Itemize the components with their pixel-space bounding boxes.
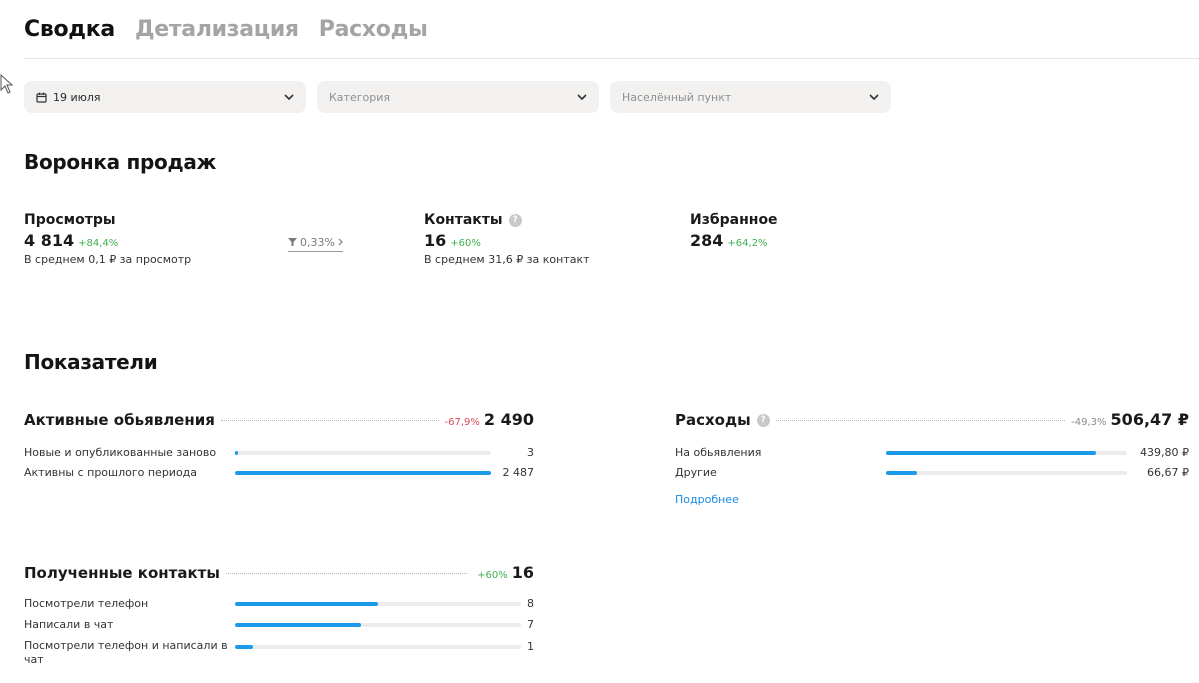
locality-filter[interactable]: Населённый пункт xyxy=(610,81,891,113)
expenses-row-value: 66,67 ₽ xyxy=(1147,466,1189,479)
active-ads-row-bar xyxy=(235,471,491,475)
contacts-received-row-bar-fill xyxy=(235,645,254,649)
dotted-leader xyxy=(220,420,439,421)
contacts-received-row-label: Написали в чат xyxy=(24,618,114,631)
dotted-leader xyxy=(225,573,468,574)
favorites-label: Избранное xyxy=(690,212,778,228)
views-value: 4 814 xyxy=(24,231,75,250)
contacts-received-row-bar-fill xyxy=(235,623,361,627)
contacts-average: В среднем 31,6 ₽ за контакт xyxy=(424,253,590,266)
contacts-received-total: 16 xyxy=(511,563,534,582)
expenses-row-bar-fill xyxy=(886,451,1096,455)
date-filter-value: 19 июля xyxy=(53,90,101,104)
funnel-title: Воронка продаж xyxy=(24,150,217,174)
tab-summary[interactable]: Сводка xyxy=(24,17,115,42)
contacts-received-row-value: 8 xyxy=(527,597,534,610)
views-delta: +84,4% xyxy=(78,238,119,249)
active-ads-row-value: 3 xyxy=(527,446,534,459)
tab-details[interactable]: Детализация xyxy=(135,17,299,42)
chevron-right-icon xyxy=(338,236,343,249)
help-icon[interactable]: ? xyxy=(508,213,522,227)
expenses-title-line: Расходы ? xyxy=(675,411,770,429)
contacts-received-row-label: Посмотрели телефон и написали в чат xyxy=(24,639,228,666)
funnel-icon xyxy=(288,236,297,249)
contacts-received-header: Полученные контакты +60% 16 xyxy=(24,563,534,582)
funnel-contacts: Контакты ? 16 +60% В среднем 31,6 ₽ за ко… xyxy=(424,212,590,266)
category-filter[interactable]: Категория xyxy=(317,81,599,113)
expenses-row-bar xyxy=(886,471,1127,475)
active-ads-row-bar xyxy=(235,451,491,455)
views-label: Просмотры xyxy=(24,212,116,228)
expenses-details-link[interactable]: Подробнее xyxy=(675,493,739,506)
contacts-received-row-value: 7 xyxy=(527,618,534,631)
conversion-link[interactable]: 0,33% xyxy=(288,236,343,252)
contacts-received-row-bar xyxy=(235,645,521,649)
favorites-value-line: 284 +64,2% xyxy=(690,231,778,250)
expenses-delta: -49,3% xyxy=(1071,417,1107,428)
favorites-value: 284 xyxy=(690,231,724,250)
active-ads-title: Активные обьявления xyxy=(24,411,215,429)
conversion-value: 0,33% xyxy=(300,236,335,249)
active-ads-header: Активные обьявления -67,9% 2 490 xyxy=(24,410,534,429)
expenses-row-label: На обьявления xyxy=(675,446,762,459)
active-ads-row-label: Новые и опубликованные заново xyxy=(24,446,217,459)
mouse-cursor-icon xyxy=(0,73,14,98)
contacts-value: 16 xyxy=(424,231,447,250)
expenses-total: 506,47 ₽ xyxy=(1110,410,1189,429)
expenses-row-value: 439,80 ₽ xyxy=(1140,446,1189,459)
funnel-views: Просмотры 4 814 +84,4% В среднем 0,1 ₽ за… xyxy=(24,212,191,266)
category-filter-placeholder: Категория xyxy=(329,90,390,104)
dotted-leader xyxy=(775,420,1066,421)
conversion-rate[interactable]: 0,33% xyxy=(288,236,343,252)
date-filter[interactable]: 19 июля xyxy=(24,81,306,113)
locality-filter-placeholder: Населённый пункт xyxy=(622,90,732,104)
contacts-received-title: Полученные контакты xyxy=(24,564,220,582)
contacts-label: Контакты xyxy=(424,212,503,228)
help-icon[interactable]: ? xyxy=(756,413,770,427)
metrics-title: Показатели xyxy=(24,350,158,374)
contacts-received-row-bar xyxy=(235,623,521,627)
chevron-down-icon xyxy=(577,94,587,100)
tabs-divider xyxy=(24,58,1199,59)
expenses-header: Расходы ? -49,3% 506,47 ₽ xyxy=(675,410,1189,429)
chevron-down-icon xyxy=(869,94,879,100)
contacts-label-line: Контакты ? xyxy=(424,212,590,228)
expenses-title: Расходы xyxy=(675,411,751,429)
contacts-value-line: 16 +60% xyxy=(424,231,590,250)
contacts-received-delta: +60% xyxy=(477,570,508,581)
favorites-delta: +64,2% xyxy=(727,238,768,249)
active-ads-row-value: 2 487 xyxy=(502,466,535,479)
expenses-row-bar xyxy=(886,451,1127,455)
active-ads-total: 2 490 xyxy=(483,410,534,429)
active-ads-row-bar-fill xyxy=(235,471,491,475)
views-value-line: 4 814 +84,4% xyxy=(24,231,191,250)
active-ads-row-bar-fill xyxy=(235,451,239,455)
funnel-favorites: Избранное 284 +64,2% xyxy=(690,212,778,250)
active-ads-row-label: Активны с прошлого периода xyxy=(24,466,198,479)
expenses-row-label: Другие xyxy=(675,466,717,479)
contacts-received-row-bar xyxy=(235,602,521,606)
active-ads-delta: -67,9% xyxy=(444,417,480,428)
calendar-icon xyxy=(36,92,47,103)
contacts-received-row-value: 1 xyxy=(527,640,534,653)
expenses-row-bar-fill xyxy=(886,471,918,475)
contacts-received-row-label: Посмотрели телефон xyxy=(24,597,149,610)
views-average: В среднем 0,1 ₽ за просмотр xyxy=(24,253,192,266)
contacts-received-row-bar-fill xyxy=(235,602,378,606)
chevron-down-icon xyxy=(284,94,294,100)
contacts-delta: +60% xyxy=(450,238,481,249)
tab-expenses[interactable]: Расходы xyxy=(319,17,428,42)
tab-bar: Сводка Детализация Расходы xyxy=(24,17,428,42)
